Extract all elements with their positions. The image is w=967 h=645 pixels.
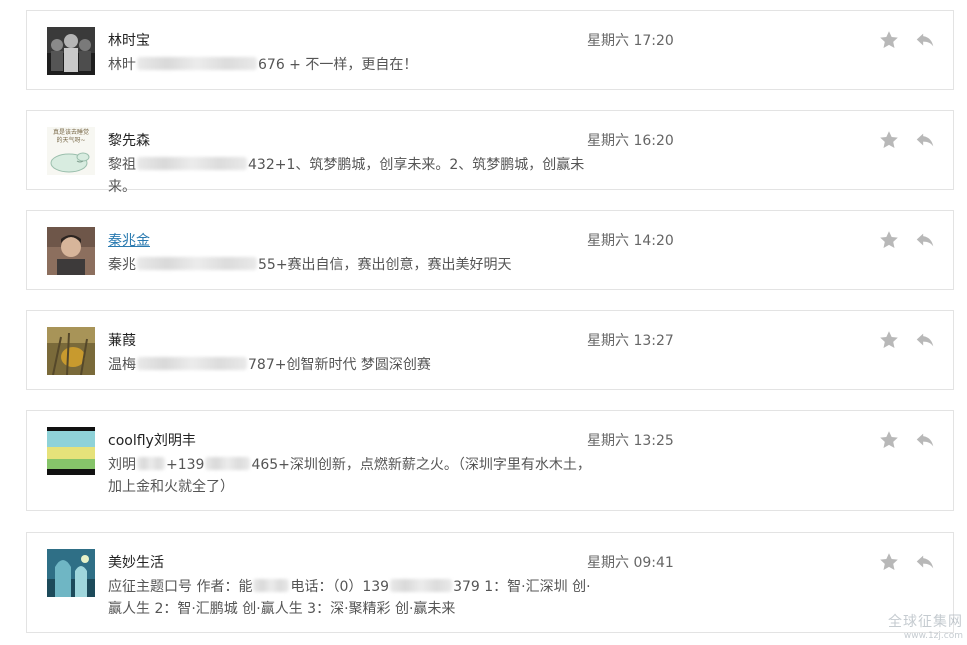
message-card[interactable]: 蒹葭 星期六 13:27 温梅 787+创智新时代 梦圆深创赛 <box>26 310 954 390</box>
message-text: 676 + 不一样，更自在！ <box>258 57 418 73</box>
message-preview: 秦兆 55+赛出自信，赛出创意，赛出美好明天 <box>108 254 598 276</box>
message-time: 星期六 14:20 <box>587 233 674 249</box>
reply-icon[interactable] <box>914 229 936 251</box>
message-preview: 黎祖 432+1、筑梦鹏城，创享未来。2、筑梦鹏城，创赢未来。 <box>108 154 598 198</box>
reply-icon[interactable] <box>914 29 936 51</box>
message-preview: 应征主题口号 作者：能 电话：（0）139 379 1：智·汇深圳 创·赢人生 2：… <box>108 576 598 620</box>
message-list: 林时宝 星期六 17:20 林旪 676 + 不一样，更自在！ 真是该去睡觉 的天… <box>0 0 967 645</box>
message-card[interactable]: 真是该去睡觉 的天气呀~ 黎先森 星期六 16:20 黎祖 432+1、筑梦鹏城，… <box>26 110 954 195</box>
star-icon[interactable] <box>878 129 900 151</box>
avatar-photo-crowd <box>47 27 95 75</box>
sender-name[interactable]: 黎先森 <box>108 130 150 150</box>
blurred-region <box>205 457 251 470</box>
message-preview: 刘明 +139 465+深圳创新，点燃新薪之火。（深圳字里有水木土，加上金和火就全了… <box>108 454 598 498</box>
watermark: 全球征集网 www.1zj.com <box>888 611 963 641</box>
message-text: 黎祖 <box>108 157 136 173</box>
message-card[interactable]: 美妙生活 星期六 09:41 应征主题口号 作者：能 电话：（0）139 379 1… <box>26 532 954 633</box>
avatar[interactable]: 真是该去睡觉 的天气呀~ <box>47 127 95 175</box>
watermark-url: www.1zj.com <box>903 631 963 641</box>
message-time: 星期六 17:20 <box>587 33 674 49</box>
blurred-region <box>137 257 257 270</box>
blurred-region <box>137 157 247 170</box>
message-text: 应征主题口号 作者：能 <box>108 579 253 595</box>
message-text: 林旪 <box>108 57 136 73</box>
star-icon[interactable] <box>878 29 900 51</box>
message-preview: 林旪 676 + 不一样，更自在！ <box>108 54 598 76</box>
avatar[interactable] <box>47 427 95 475</box>
message-text: 秦兆 <box>108 257 136 273</box>
message-time: 星期六 09:41 <box>587 555 674 571</box>
reply-icon[interactable] <box>914 429 936 451</box>
avatar-fantasy-scene <box>47 549 95 597</box>
message-text: +139 <box>166 457 205 473</box>
avatar[interactable] <box>47 27 95 75</box>
blurred-region <box>390 579 453 592</box>
avatar-caption: 真是该去睡觉 的天气呀~ <box>52 129 89 144</box>
message-time: 星期六 16:20 <box>587 133 674 149</box>
avatar-photo-man <box>47 227 95 275</box>
message-time: 星期六 13:25 <box>587 433 674 449</box>
message-card[interactable]: coolfly刘明丰 星期六 13:25 刘明 +139 465+深圳创新，点燃新薪… <box>26 410 954 511</box>
sender-name[interactable]: 蒹葭 <box>108 330 136 350</box>
reply-icon[interactable] <box>914 129 936 151</box>
avatar-landscape <box>47 427 95 475</box>
sender-name[interactable]: 秦兆金 <box>108 230 150 250</box>
star-icon[interactable] <box>878 429 900 451</box>
message-text: 电话：（0）139 <box>290 579 390 595</box>
watermark-title: 全球征集网 <box>888 614 963 630</box>
star-icon[interactable] <box>878 551 900 573</box>
avatar-photo-reeds <box>47 327 95 375</box>
message-card[interactable]: 秦兆金 星期六 14:20 秦兆 55+赛出自信，赛出创意，赛出美好明天 <box>26 210 954 290</box>
star-icon[interactable] <box>878 229 900 251</box>
avatar[interactable] <box>47 549 95 597</box>
reply-icon[interactable] <box>914 551 936 573</box>
blurred-region <box>253 579 290 592</box>
message-preview: 温梅 787+创智新时代 梦圆深创赛 <box>108 354 598 376</box>
blurred-region <box>137 457 165 470</box>
blurred-region <box>137 57 257 70</box>
reply-icon[interactable] <box>914 329 936 351</box>
message-text: 刘明 <box>108 457 136 473</box>
avatar[interactable] <box>47 327 95 375</box>
blurred-region <box>137 357 247 370</box>
sender-name[interactable]: coolfly刘明丰 <box>108 430 196 450</box>
message-time: 星期六 13:27 <box>587 333 674 349</box>
message-card[interactable]: 林时宝 星期六 17:20 林旪 676 + 不一样，更自在！ <box>26 10 954 90</box>
sender-name[interactable]: 林时宝 <box>108 30 150 50</box>
sender-name[interactable]: 美妙生活 <box>108 552 164 572</box>
message-text: 温梅 <box>108 357 136 373</box>
avatar[interactable] <box>47 227 95 275</box>
message-text: 787+创智新时代 梦圆深创赛 <box>248 357 431 373</box>
message-text: 55+赛出自信，赛出创意，赛出美好明天 <box>258 257 512 273</box>
star-icon[interactable] <box>878 329 900 351</box>
